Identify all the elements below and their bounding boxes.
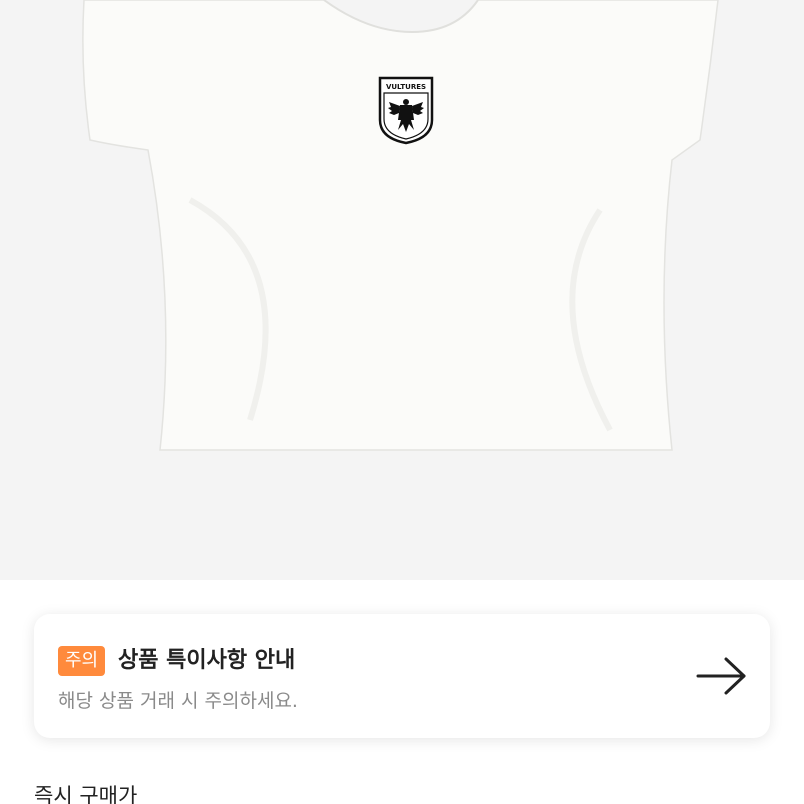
product-notice-card[interactable]: 주의 상품 특이사항 안내 해당 상품 거래 시 주의하세요. xyxy=(34,614,770,738)
instant-buy-price-label: 즉시 구매가 xyxy=(34,784,138,804)
product-detail-page: VULTURES 주의 상품 특이사항 안내 해당 상품 거래 시 주의하세요.… xyxy=(0,0,804,804)
tshirt-illustration: VULTURES xyxy=(82,0,719,451)
notice-subtitle: 해당 상품 거래 시 주의하세요. xyxy=(58,690,298,712)
vultures-shield-logo: VULTURES xyxy=(378,76,434,145)
notice-title: 상품 특이사항 안내 xyxy=(118,648,296,673)
caution-badge: 주의 xyxy=(58,646,106,676)
shirt-body xyxy=(82,0,719,451)
product-image[interactable]: VULTURES xyxy=(0,0,804,580)
svg-text:VULTURES: VULTURES xyxy=(386,83,426,91)
arrow-right-icon[interactable] xyxy=(694,656,750,696)
